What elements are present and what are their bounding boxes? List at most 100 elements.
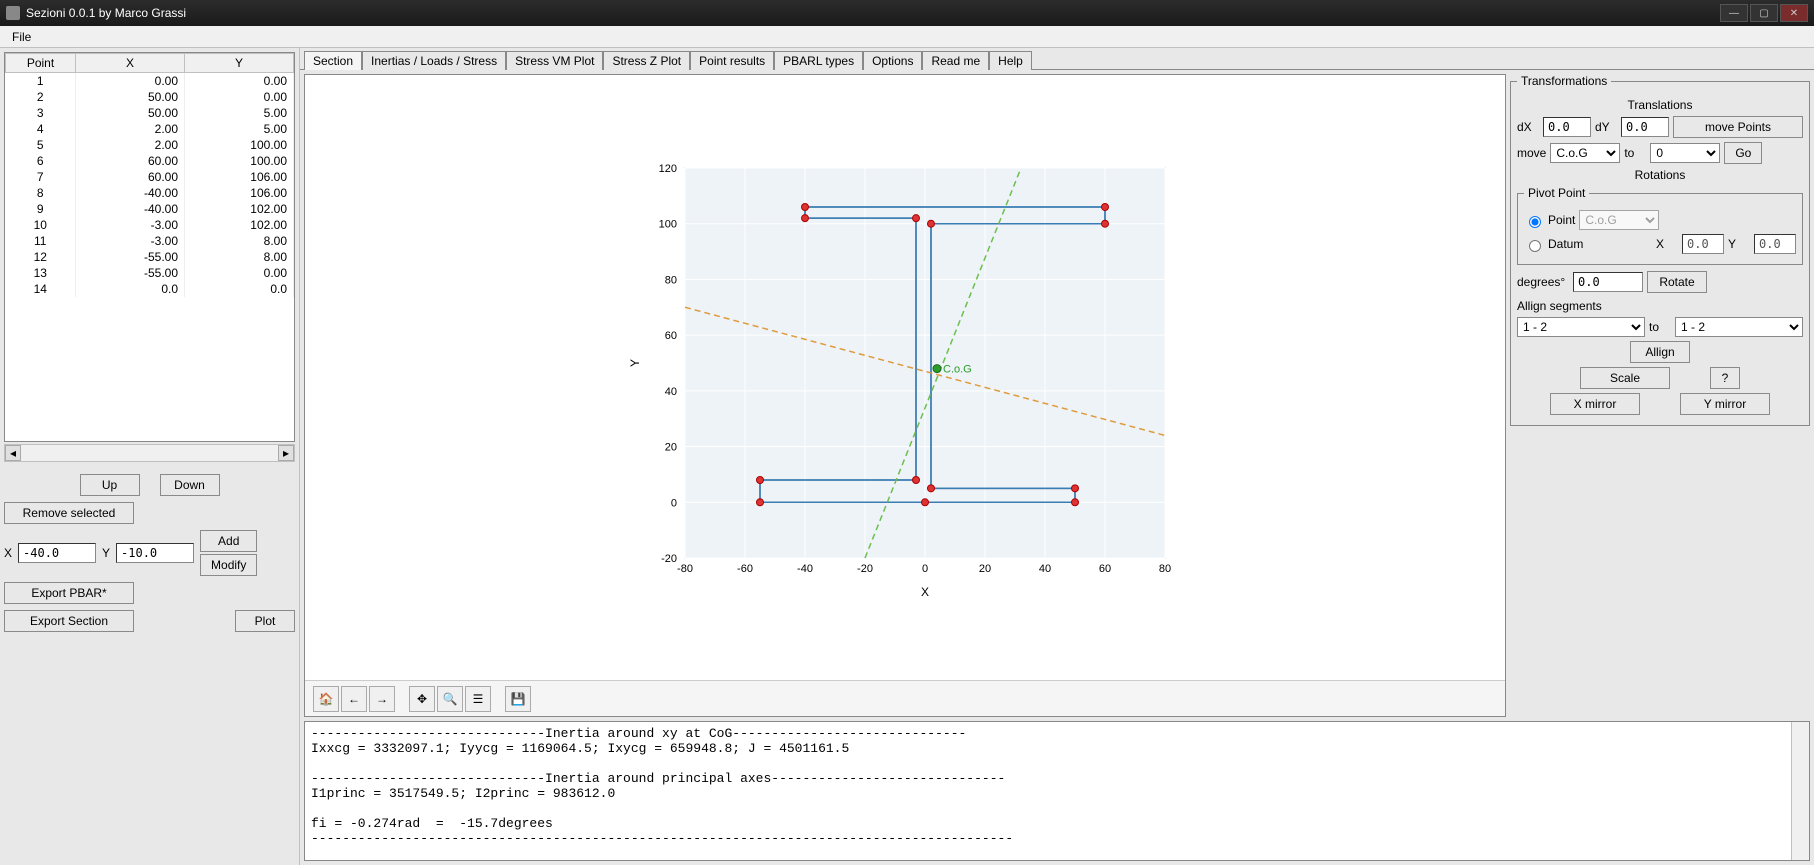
svg-text:0: 0 <box>922 563 928 575</box>
col-y[interactable]: Y <box>185 54 294 73</box>
table-row[interactable]: 8-40.00106.00 <box>6 185 294 201</box>
up-button[interactable]: Up <box>80 474 140 496</box>
move-points-button[interactable]: move Points <box>1673 116 1803 138</box>
plot-area[interactable]: -80-60-40-20020406080120100806040200-20X… <box>305 75 1505 680</box>
tab-point-results[interactable]: Point results <box>690 51 774 70</box>
svg-text:80: 80 <box>665 274 677 286</box>
remove-selected-button[interactable]: Remove selected <box>4 502 134 524</box>
table-row[interactable]: 13-55.000.00 <box>6 265 294 281</box>
datum-x-input[interactable] <box>1682 234 1724 254</box>
tab-read-me[interactable]: Read me <box>922 51 989 70</box>
help-button[interactable]: ? <box>1710 367 1740 389</box>
table-row[interactable]: 10-3.00102.00 <box>6 217 294 233</box>
table-row[interactable]: 350.005.00 <box>6 105 294 121</box>
go-button[interactable]: Go <box>1724 142 1762 164</box>
configure-icon[interactable]: ☰ <box>465 686 491 712</box>
svg-text:-20: -20 <box>857 563 873 575</box>
pivot-point-select[interactable]: C.o.G <box>1579 210 1659 230</box>
to-label: to <box>1624 146 1646 160</box>
pivot-point-radio[interactable] <box>1529 216 1541 228</box>
points-table[interactable]: Point X Y 10.000.00250.000.00350.005.004… <box>4 52 295 442</box>
datum-x-label: X <box>1656 237 1678 251</box>
svg-text:60: 60 <box>1099 563 1111 575</box>
y-input[interactable] <box>116 543 194 563</box>
table-row[interactable]: 9-40.00102.00 <box>6 201 294 217</box>
tab-stress-vm-plot[interactable]: Stress VM Plot <box>506 51 603 70</box>
minimize-button[interactable]: — <box>1720 4 1748 22</box>
menu-file[interactable]: File <box>4 28 39 46</box>
table-row[interactable]: 42.005.00 <box>6 121 294 137</box>
table-row[interactable]: 660.00100.00 <box>6 153 294 169</box>
svg-text:Y: Y <box>628 358 642 366</box>
back-icon[interactable]: ← <box>341 686 367 712</box>
svg-text:100: 100 <box>659 218 677 230</box>
table-row[interactable]: 10.000.00 <box>6 73 294 90</box>
down-button[interactable]: Down <box>160 474 220 496</box>
x-mirror-button[interactable]: X mirror <box>1550 393 1640 415</box>
move-label: move <box>1517 146 1546 160</box>
plot-toolbar: 🏠 ← → ✥ 🔍 ☰ 💾 <box>305 680 1505 716</box>
svg-text:20: 20 <box>665 441 677 453</box>
move-to-select[interactable]: 0 <box>1650 143 1720 163</box>
zoom-icon[interactable]: 🔍 <box>437 686 463 712</box>
dy-input[interactable] <box>1621 117 1669 137</box>
x-input[interactable] <box>18 543 96 563</box>
col-point[interactable]: Point <box>6 54 76 73</box>
y-label: Y <box>102 546 110 560</box>
col-x[interactable]: X <box>76 54 185 73</box>
svg-text:80: 80 <box>1159 563 1171 575</box>
table-row[interactable]: 52.00100.00 <box>6 137 294 153</box>
svg-text:20: 20 <box>979 563 991 575</box>
tab-inertias-loads-stress[interactable]: Inertias / Loads / Stress <box>362 51 506 70</box>
table-row[interactable]: 12-55.008.00 <box>6 249 294 265</box>
move-from-select[interactable]: C.o.G <box>1550 143 1620 163</box>
pivot-datum-label: Datum <box>1548 237 1583 251</box>
maximize-button[interactable]: ▢ <box>1750 4 1778 22</box>
y-mirror-button[interactable]: Y mirror <box>1680 393 1770 415</box>
dx-input[interactable] <box>1543 117 1591 137</box>
tab-pbarl-types[interactable]: PBARL types <box>774 51 863 70</box>
export-section-button[interactable]: Export Section <box>4 610 134 632</box>
scroll-right-icon[interactable]: ▸ <box>278 445 294 461</box>
tab-options[interactable]: Options <box>863 51 922 70</box>
hscrollbar[interactable]: ◂ ▸ <box>4 444 295 462</box>
align-seg1-select[interactable]: 1 - 2 <box>1517 317 1645 337</box>
vscrollbar[interactable] <box>1791 722 1809 860</box>
tab-section[interactable]: Section <box>304 51 362 70</box>
svg-text:C.o.G: C.o.G <box>943 363 972 375</box>
scroll-left-icon[interactable]: ◂ <box>5 445 21 461</box>
home-icon[interactable]: 🏠 <box>313 686 339 712</box>
datum-y-label: Y <box>1728 237 1750 251</box>
svg-text:-60: -60 <box>737 563 753 575</box>
pivot-datum-radio[interactable] <box>1529 240 1541 252</box>
menubar: File <box>0 26 1814 48</box>
tab-help[interactable]: Help <box>989 51 1032 70</box>
add-button[interactable]: Add <box>200 530 257 552</box>
table-row[interactable]: 760.00106.00 <box>6 169 294 185</box>
degrees-input[interactable] <box>1573 272 1643 292</box>
modify-button[interactable]: Modify <box>200 554 257 576</box>
log-text[interactable]: ------------------------------Inertia ar… <box>305 722 1791 860</box>
svg-text:-20: -20 <box>661 553 677 565</box>
plot-button[interactable]: Plot <box>235 610 295 632</box>
forward-icon[interactable]: → <box>369 686 395 712</box>
transformations-panel: Transformations Translations dX dY move … <box>1510 74 1810 717</box>
tab-stress-z-plot[interactable]: Stress Z Plot <box>603 51 690 70</box>
align-button[interactable]: Allign <box>1630 341 1690 363</box>
rotate-button[interactable]: Rotate <box>1647 271 1707 293</box>
save-icon[interactable]: 💾 <box>505 686 531 712</box>
align-seg2-select[interactable]: 1 - 2 <box>1675 317 1803 337</box>
table-row[interactable]: 140.00.0 <box>6 281 294 297</box>
align-to-label: to <box>1649 320 1671 334</box>
svg-text:60: 60 <box>665 330 677 342</box>
pan-icon[interactable]: ✥ <box>409 686 435 712</box>
svg-text:-40: -40 <box>797 563 813 575</box>
table-row[interactable]: 250.000.00 <box>6 89 294 105</box>
datum-y-input[interactable] <box>1754 234 1796 254</box>
svg-text:X: X <box>921 585 929 599</box>
align-heading: Allign segments <box>1517 299 1803 313</box>
export-pbar-button[interactable]: Export PBAR* <box>4 582 134 604</box>
close-button[interactable]: ✕ <box>1780 4 1808 22</box>
scale-button[interactable]: Scale <box>1580 367 1670 389</box>
table-row[interactable]: 11-3.008.00 <box>6 233 294 249</box>
